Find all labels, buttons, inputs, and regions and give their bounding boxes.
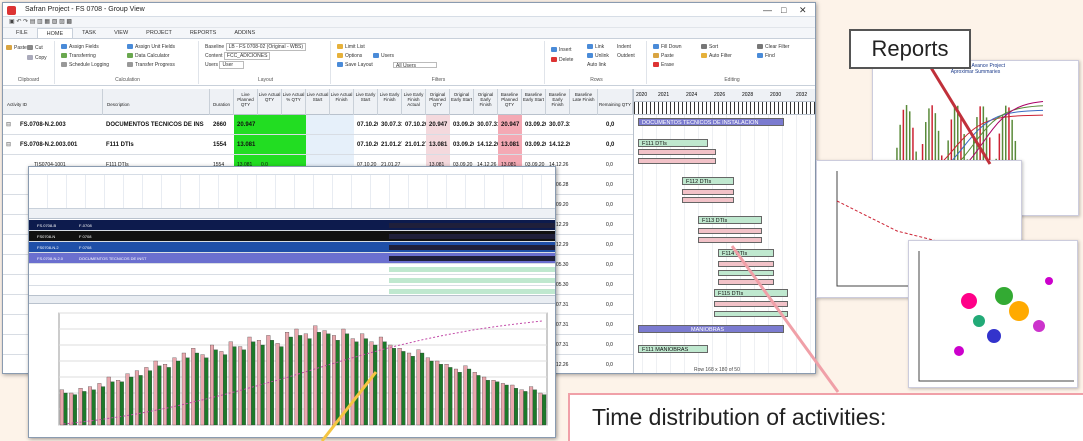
reports-callout: Reports xyxy=(849,29,971,69)
gantt-pointer-line xyxy=(730,245,840,393)
reports-pointer-line xyxy=(928,65,992,165)
chart-pointer-line xyxy=(320,371,378,441)
time-distribution-callout: Time distribution of activities: xyxy=(568,393,1083,441)
